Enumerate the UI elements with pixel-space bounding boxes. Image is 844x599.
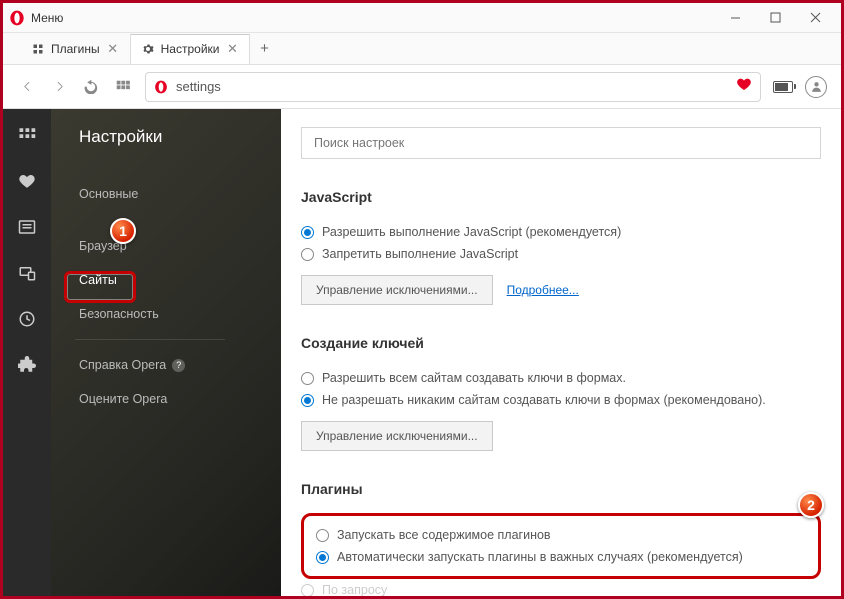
section-plugins: Плагины 2 Запускать все содержимое плаги… (301, 481, 821, 596)
battery-icon (773, 81, 793, 93)
sync-icon[interactable] (17, 263, 37, 283)
tab-settings[interactable]: Настройки ✕ (131, 34, 251, 64)
sidebar-item-sites[interactable]: Сайты (79, 263, 281, 297)
settings-content[interactable]: JavaScript Разрешить выполнение JavaScri… (281, 109, 841, 596)
minimize-button[interactable] (715, 4, 755, 32)
close-tab-icon[interactable]: ✕ (225, 42, 239, 56)
radio-js-deny[interactable]: Запретить выполнение JavaScript (301, 243, 821, 265)
help-icon: ? (172, 359, 185, 372)
bookmark-heart-icon[interactable] (736, 76, 752, 97)
tab-label: Настройки (161, 42, 220, 56)
radio-js-allow[interactable]: Разрешить выполнение JavaScript (рекомен… (301, 221, 821, 243)
radio-icon (301, 372, 314, 385)
radio-keygen-allow[interactable]: Разрешить всем сайтам создавать ключи в … (301, 367, 821, 389)
speed-dial-icon[interactable] (17, 125, 37, 145)
radio-keygen-deny[interactable]: Не разрешать никаким сайтам создавать кл… (301, 389, 821, 411)
radio-icon (316, 529, 329, 542)
news-icon[interactable] (17, 217, 37, 237)
radio-label: По запросу (322, 583, 387, 596)
sidebar-title: Настройки (79, 127, 281, 147)
radio-icon (301, 248, 314, 261)
close-tab-icon[interactable]: ✕ (106, 42, 120, 56)
icon-sidebar (3, 109, 51, 596)
settings-sidebar: Настройки Основные Браузер Сайты Безопас… (51, 109, 281, 596)
extensions-icon[interactable] (17, 355, 37, 375)
opera-badge-icon (154, 80, 168, 94)
window-titlebar: Меню (3, 3, 841, 33)
sidebar-item-security[interactable]: Безопасность (79, 297, 281, 331)
sidebar-item-browser[interactable]: Браузер (79, 229, 281, 263)
sidebar-separator (75, 339, 225, 340)
menu-button[interactable]: Меню (31, 11, 63, 25)
section-title: Плагины (301, 481, 821, 497)
keygen-exceptions-button[interactable]: Управление исключениями... (301, 421, 493, 451)
radio-icon (301, 584, 314, 597)
settings-search-input[interactable] (301, 127, 821, 159)
radio-label: Автоматически запускать плагины в важных… (337, 550, 743, 564)
tab-plugins[interactable]: Плагины ✕ (21, 34, 131, 64)
opera-logo-icon (9, 10, 25, 26)
js-learn-more-link[interactable]: Подробнее... (507, 283, 579, 297)
address-bar[interactable] (145, 72, 761, 102)
radio-icon (301, 394, 314, 407)
sidebar-item-rate[interactable]: Оцените Opera (79, 382, 281, 416)
forward-button[interactable] (49, 77, 69, 97)
profile-button[interactable] (805, 76, 827, 98)
new-tab-button[interactable]: + (250, 35, 278, 63)
highlight-plugins: 2 Запускать все содержимое плагинов Авто… (301, 513, 821, 579)
tab-strip: Плагины ✕ Настройки ✕ + (3, 33, 841, 65)
section-keygen: Создание ключей Разрешить всем сайтам со… (301, 335, 821, 451)
heart-sidebar-icon[interactable] (17, 171, 37, 191)
js-exceptions-button[interactable]: Управление исключениями... (301, 275, 493, 305)
gear-icon (141, 42, 155, 56)
radio-icon (301, 226, 314, 239)
plugin-icon (31, 42, 45, 56)
tab-label: Плагины (51, 42, 100, 56)
toolbar-row (3, 65, 841, 109)
speed-dial-button[interactable] (113, 77, 133, 97)
marker-one: 1 (110, 218, 136, 244)
radio-label: Разрешить всем сайтам создавать ключи в … (322, 371, 626, 385)
sidebar-item-help[interactable]: Справка Opera? (79, 348, 281, 382)
maximize-button[interactable] (755, 4, 795, 32)
back-button[interactable] (17, 77, 37, 97)
section-title: JavaScript (301, 189, 821, 205)
radio-label: Не разрешать никаким сайтам создавать кл… (322, 393, 766, 407)
close-window-button[interactable] (795, 4, 835, 32)
radio-label: Запускать все содержимое плагинов (337, 528, 551, 542)
radio-label: Запретить выполнение JavaScript (322, 247, 518, 261)
address-input[interactable] (176, 79, 728, 94)
radio-plugins-auto[interactable]: Автоматически запускать плагины в важных… (316, 546, 806, 568)
radio-icon (316, 551, 329, 564)
main-area: Настройки Основные Браузер Сайты Безопас… (3, 109, 841, 596)
marker-two: 2 (798, 492, 824, 518)
radio-plugins-all[interactable]: Запускать все содержимое плагинов (316, 524, 806, 546)
sidebar-item-label: Справка Opera (79, 358, 166, 372)
history-icon[interactable] (17, 309, 37, 329)
section-javascript: JavaScript Разрешить выполнение JavaScri… (301, 189, 821, 305)
radio-plugins-request[interactable]: По запросу (301, 579, 821, 596)
radio-label: Разрешить выполнение JavaScript (рекомен… (322, 225, 621, 239)
reload-button[interactable] (81, 77, 101, 97)
section-title: Создание ключей (301, 335, 821, 351)
sidebar-item-basic[interactable]: Основные (79, 177, 281, 211)
